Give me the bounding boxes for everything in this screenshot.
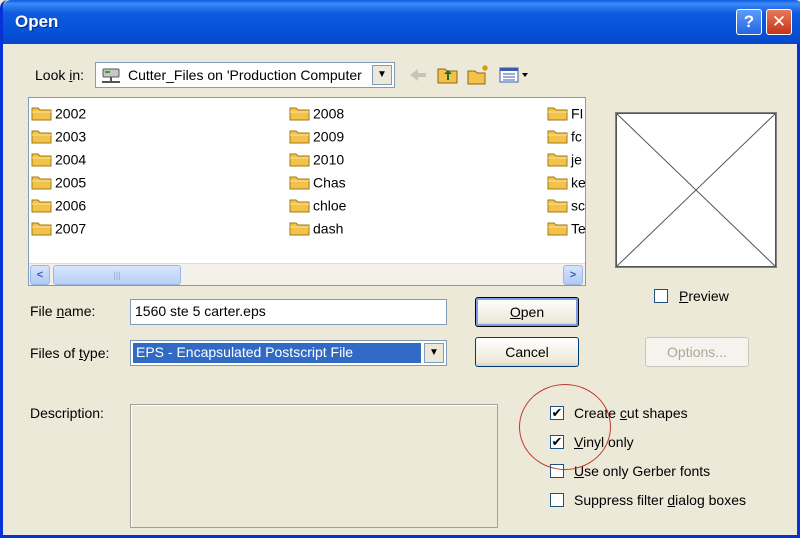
open-dialog: Open ? ✕ Look in: Cutter_Files on 'Produ… xyxy=(0,0,800,538)
list-item-label: 2009 xyxy=(313,128,345,145)
folder-icon xyxy=(547,199,568,213)
options-button: Options... xyxy=(645,337,749,367)
chevron-down-icon[interactable]: ▼ xyxy=(424,343,444,363)
file-type-label: Files of type: xyxy=(30,345,110,361)
list-item[interactable]: fc xyxy=(547,125,582,145)
option-label: Suppress filter dialog boxes xyxy=(574,492,746,508)
list-item-label: dash xyxy=(313,220,344,237)
list-item[interactable]: je xyxy=(547,148,582,168)
list-item[interactable]: 2008 xyxy=(289,102,344,122)
list-item-label: 2002 xyxy=(55,105,87,122)
folder-icon xyxy=(289,153,310,167)
back-arrow-icon[interactable] xyxy=(406,64,430,86)
help-button[interactable]: ? xyxy=(736,9,762,35)
look-in-label: Look in: xyxy=(35,67,85,83)
folder-icon xyxy=(31,130,52,144)
folder-icon xyxy=(547,222,568,236)
folder-icon xyxy=(31,153,52,167)
list-item[interactable]: dash xyxy=(289,217,343,237)
list-item-label: chloe xyxy=(313,197,347,214)
list-item-label: FI xyxy=(571,105,584,122)
list-item-label: Te xyxy=(571,220,586,237)
list-item[interactable]: 2007 xyxy=(31,217,86,237)
list-item[interactable]: 2006 xyxy=(31,194,86,214)
file-name-label: File name: xyxy=(30,303,96,319)
folder-icon xyxy=(289,199,310,213)
list-item-label: 2006 xyxy=(55,197,87,214)
list-item[interactable]: sc xyxy=(547,194,585,214)
up-folder-icon[interactable] xyxy=(436,64,460,86)
view-menu-icon[interactable] xyxy=(498,64,530,86)
list-item[interactable]: 2003 xyxy=(31,125,86,145)
folder-icon xyxy=(31,222,52,236)
list-item[interactable]: 2004 xyxy=(31,148,86,168)
annotation-circle xyxy=(519,384,611,470)
scroll-left-button[interactable]: < xyxy=(30,265,50,285)
folder-icon xyxy=(289,107,310,121)
list-item-label: 2010 xyxy=(313,151,345,168)
list-item-label: 2007 xyxy=(55,220,87,237)
window-title: Open xyxy=(15,12,59,31)
network-drive-icon xyxy=(102,68,120,83)
list-item[interactable]: 2005 xyxy=(31,171,86,191)
list-item[interactable]: Chas xyxy=(289,171,346,191)
preview-checkbox[interactable] xyxy=(654,289,668,303)
preview-label: Preview xyxy=(679,288,729,304)
horizontal-scrollbar[interactable]: < ||| > xyxy=(29,263,585,285)
folder-icon xyxy=(31,107,52,121)
empty-preview-icon xyxy=(615,112,777,268)
folder-icon xyxy=(289,130,310,144)
folder-icon xyxy=(31,176,52,190)
folder-icon xyxy=(547,107,568,121)
file-list[interactable]: 2002 2003 2004 2005 2006 2007 2008 2009 2010 Cha… xyxy=(28,97,586,286)
folder-icon xyxy=(547,130,568,144)
folder-icon xyxy=(31,199,52,213)
look-in-value: Cutter_Files on 'Production Computer xyxy=(128,67,362,83)
look-in-combo[interactable]: Cutter_Files on 'Production Computer ▼ xyxy=(95,62,395,88)
title-bar[interactable]: Open ? ✕ xyxy=(3,0,800,44)
cancel-button[interactable]: Cancel xyxy=(475,337,579,367)
list-item-label: 2005 xyxy=(55,174,87,191)
folder-icon xyxy=(289,176,310,190)
list-item-label: 2004 xyxy=(55,151,87,168)
chevron-down-icon[interactable]: ▼ xyxy=(372,65,392,85)
list-item[interactable]: 2009 xyxy=(289,125,344,145)
list-item-label: 2003 xyxy=(55,128,87,145)
scroll-right-button[interactable]: > xyxy=(563,265,583,285)
list-item[interactable]: 2010 xyxy=(289,148,344,168)
list-item-label: ke xyxy=(571,174,586,191)
list-item[interactable]: chloe xyxy=(289,194,346,214)
folder-icon xyxy=(289,222,310,236)
description-box xyxy=(130,404,498,528)
list-item-label: fc xyxy=(571,128,582,145)
description-label: Description: xyxy=(30,405,104,421)
list-item-label: Chas xyxy=(313,174,346,191)
option-checkbox[interactable] xyxy=(550,493,564,507)
option-label: Use only Gerber fonts xyxy=(574,463,711,479)
new-folder-icon[interactable] xyxy=(466,64,490,86)
list-item-label: 2008 xyxy=(313,105,345,122)
scroll-thumb[interactable]: ||| xyxy=(53,265,181,285)
file-type-combo[interactable]: EPS - Encapsulated Postscript File ▼ xyxy=(130,340,447,366)
folder-icon xyxy=(547,153,568,167)
file-type-value: EPS - Encapsulated Postscript File xyxy=(133,343,421,363)
list-item-label: je xyxy=(571,151,582,168)
list-item[interactable]: 2002 xyxy=(31,102,86,122)
list-item[interactable]: FI xyxy=(547,102,583,122)
list-item-label: sc xyxy=(571,197,585,214)
close-button[interactable]: ✕ xyxy=(766,9,792,35)
open-button[interactable]: Open xyxy=(475,297,579,327)
file-name-input[interactable]: 1560 ste 5 carter.eps xyxy=(130,299,447,325)
preview-pane xyxy=(615,112,777,268)
list-item[interactable]: Te xyxy=(547,217,586,237)
list-item[interactable]: ke xyxy=(547,171,586,191)
folder-icon xyxy=(547,176,568,190)
